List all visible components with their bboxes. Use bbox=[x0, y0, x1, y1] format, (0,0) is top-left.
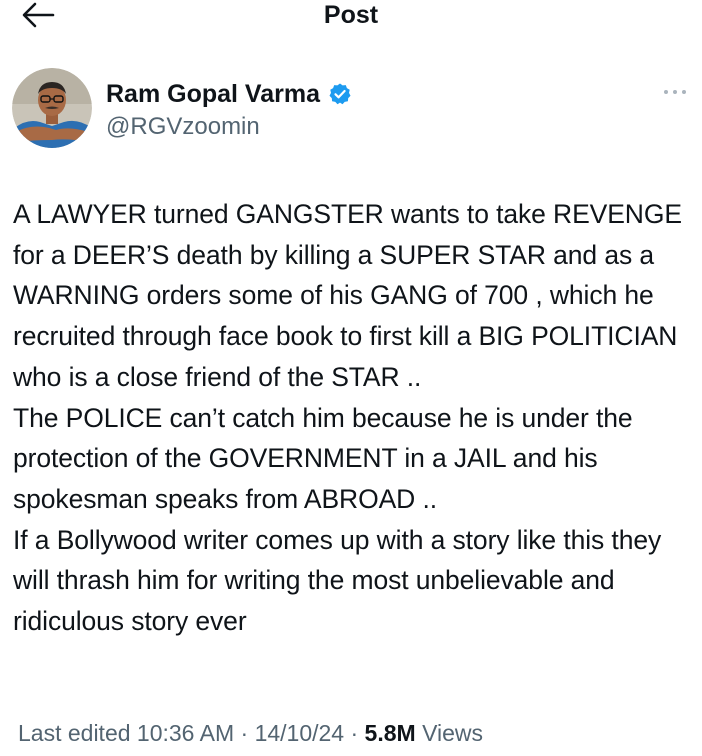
page-title: Post bbox=[323, 1, 379, 29]
more-dots-icon bbox=[664, 90, 686, 94]
profile-photo-icon bbox=[12, 68, 92, 148]
post-time: 10:36 AM bbox=[136, 720, 235, 746]
user-handle[interactable]: @RGVzoomin bbox=[106, 114, 260, 140]
avatar[interactable] bbox=[12, 68, 92, 148]
views-count: 5.8M bbox=[364, 720, 416, 746]
post-text: A LAWYER turned GANGSTER wants to take R… bbox=[13, 199, 682, 637]
top-bar: Post bbox=[0, 0, 702, 34]
views-link[interactable]: 5.8M Views bbox=[365, 720, 483, 746]
meta-separator: · bbox=[240, 720, 249, 746]
meta-separator: · bbox=[350, 720, 359, 746]
display-name: Ram Gopal Varma bbox=[106, 80, 320, 108]
post-meta: Last edited 10:36 AM · 14/10/24 · 5.8M V… bbox=[18, 718, 483, 748]
display-name-row[interactable]: Ram Gopal Varma bbox=[106, 80, 352, 108]
last-edited-link[interactable]: Last edited 10:36 AM bbox=[18, 720, 234, 746]
last-edited-label: Last edited bbox=[18, 720, 131, 746]
author-block: Ram Gopal Varma @RGVzoomin bbox=[12, 68, 692, 152]
views-label: Views bbox=[422, 720, 484, 746]
more-options-button[interactable] bbox=[660, 82, 690, 102]
verified-badge-icon bbox=[329, 83, 351, 105]
post-date-link[interactable]: 14/10/24 bbox=[255, 720, 345, 746]
